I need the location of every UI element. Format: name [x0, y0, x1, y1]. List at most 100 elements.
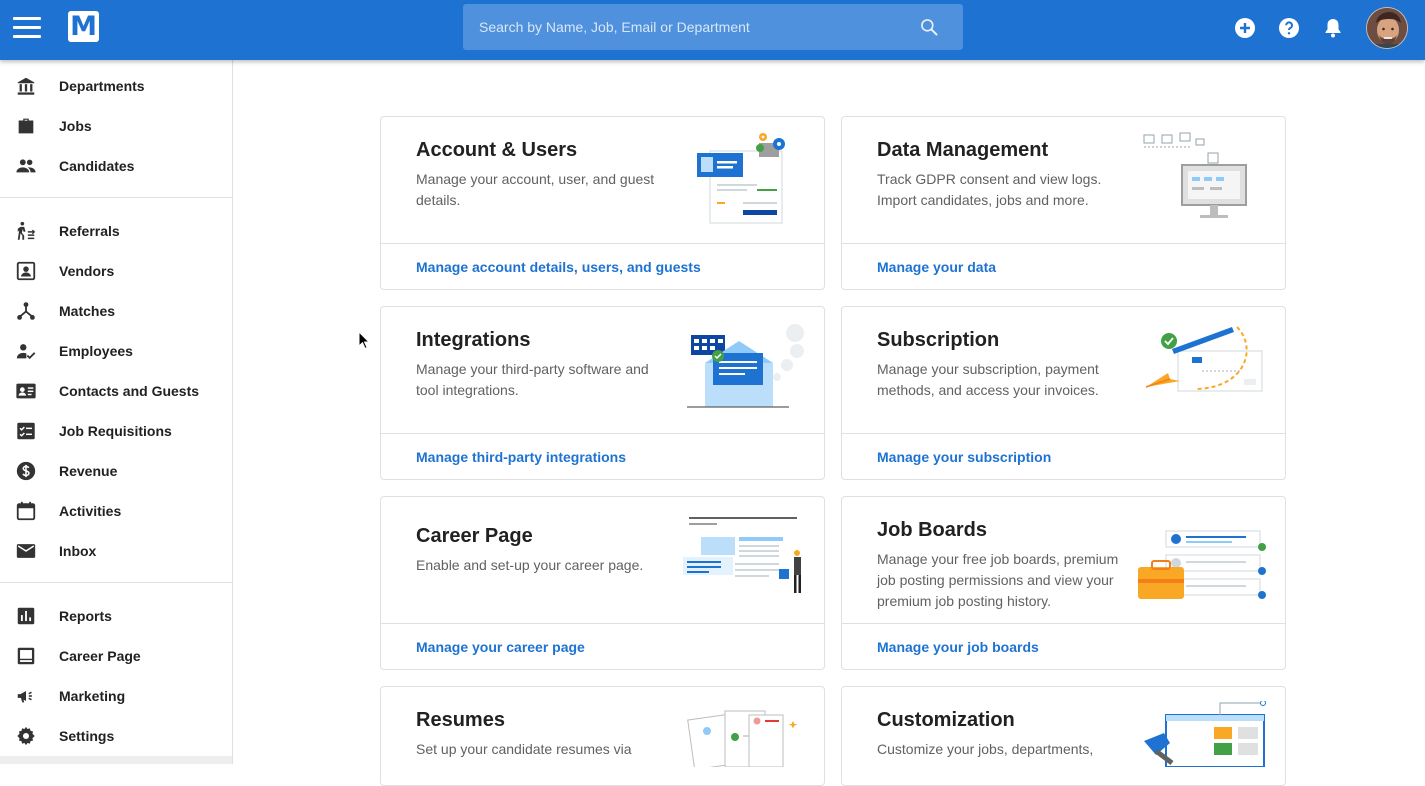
card-description: Customize your jobs, departments, [877, 741, 1094, 757]
integrations-illustration [687, 324, 804, 408]
app-logo[interactable]: M [68, 11, 99, 42]
sidebar-item-label: Vendors [59, 263, 115, 279]
card-separator [842, 433, 1285, 434]
sidebar-divider [0, 197, 232, 198]
card-title: Customization [877, 709, 1015, 731]
sidebar-item-revenue[interactable]: Revenue [0, 451, 232, 491]
card-career-page: Career Page Enable and set-up your caree… [380, 496, 825, 670]
sidebar-item-vendors[interactable]: Vendors [0, 251, 232, 291]
sidebar-bottom-strip [0, 756, 232, 764]
sidebar-item-label: Candidates [59, 158, 135, 174]
sidebar-item-matches[interactable]: Matches [0, 291, 232, 331]
manage-subscription-link[interactable]: Manage your subscription [877, 449, 1051, 465]
vendor-icon [16, 261, 36, 281]
notifications-bell-icon[interactable] [1321, 16, 1345, 40]
web-page-icon [17, 647, 35, 665]
card-title: Job Boards [877, 519, 988, 541]
card-title: Career Page [416, 525, 533, 547]
sidebar-item-departments[interactable]: Departments [0, 66, 232, 106]
card-separator [381, 623, 824, 624]
megaphone-icon [17, 690, 32, 703]
resumes-illustration [687, 710, 798, 767]
card-separator [381, 243, 824, 244]
sidebar-item-label: Jobs [59, 118, 92, 134]
card-description: Manage your account, user, and guest det… [416, 171, 655, 208]
people-icon [16, 159, 36, 173]
sidebar-item-jobs[interactable]: Jobs [0, 106, 232, 146]
card-description: Set up your candidate resumes via [416, 741, 632, 757]
card-title: Data Management [877, 139, 1049, 161]
sidebar-item-label: Matches [59, 303, 116, 319]
sidebar-item-label: Employees [59, 343, 133, 359]
user-avatar[interactable] [1366, 7, 1408, 49]
sidebar-item-label: Job Requisitions [59, 423, 172, 439]
briefcase-icon [18, 118, 34, 134]
sidebar-item-employees[interactable]: Employees [0, 331, 232, 371]
contact-card-icon [16, 383, 36, 399]
sidebar-item-label: Revenue [59, 463, 118, 479]
sidebar-item-inbox[interactable]: Inbox [0, 531, 232, 571]
sidebar-item-label: Inbox [59, 543, 97, 559]
sidebar-item-label: Activities [59, 503, 122, 519]
employee-icon [16, 344, 36, 360]
manage-job-boards-link[interactable]: Manage your job boards [877, 639, 1039, 655]
card-title: Resumes [416, 709, 505, 731]
sidebar-item-label: Marketing [59, 688, 126, 704]
sidebar-item-label: Settings [59, 728, 115, 744]
sidebar-item-referrals[interactable]: Referrals [0, 211, 232, 251]
card-subscription: Subscription Manage your subscription, p… [841, 306, 1286, 480]
data-management-illustration [1143, 132, 1247, 218]
sidebar-item-label: Contacts and Guests [59, 383, 200, 399]
card-separator [381, 433, 824, 434]
sidebar-item-job-requisitions[interactable]: Job Requisitions [0, 411, 232, 451]
card-job-boards: Job Boards Manage your free job boards, … [841, 496, 1286, 670]
sidebar-item-label: Departments [59, 78, 145, 94]
mouse-cursor-icon [358, 331, 370, 350]
card-customization: Customization Customize your jobs, depar… [841, 686, 1286, 786]
sidebar-item-career-page[interactable]: Career Page [0, 636, 232, 676]
manage-account-link[interactable]: Manage account details, users, and guest… [416, 259, 701, 275]
search-icon[interactable] [919, 17, 939, 37]
card-integrations: Integrations Manage your third-party sof… [380, 306, 825, 480]
sidebar-item-label: Reports [59, 608, 112, 624]
customization-illustration [1144, 701, 1266, 767]
mail-icon [16, 544, 36, 558]
sidebar-item-settings[interactable]: Settings [0, 716, 232, 756]
card-separator [842, 623, 1285, 624]
card-title: Integrations [416, 329, 531, 351]
card-description: Manage your subscription, payment method… [877, 361, 1099, 398]
add-icon[interactable] [1233, 16, 1257, 40]
manage-career-page-link[interactable]: Manage your career page [416, 639, 585, 655]
sidebar-item-activities[interactable]: Activities [0, 491, 232, 531]
manage-integrations-link[interactable]: Manage third-party integrations [416, 449, 626, 465]
card-separator [842, 243, 1285, 244]
card-data-management: Data Management Track GDPR consent and v… [841, 116, 1286, 290]
manage-data-link[interactable]: Manage your data [877, 259, 996, 275]
top-app-bar: M [0, 0, 1425, 60]
sidebar-item-marketing[interactable]: Marketing [0, 676, 232, 716]
checklist-icon [17, 422, 35, 440]
search-input[interactable] [463, 4, 903, 50]
menu-icon[interactable] [13, 17, 41, 39]
card-title: Subscription [877, 329, 1000, 351]
matches-icon [17, 302, 35, 320]
bar-chart-icon [17, 607, 35, 625]
card-account-users: Account & Users Manage your account, use… [380, 116, 825, 290]
card-description: Manage your third-party software and too… [416, 361, 649, 398]
gear-icon [17, 726, 35, 746]
sidebar-item-reports[interactable]: Reports [0, 596, 232, 636]
sidebar-item-contacts-and-guests[interactable]: Contacts and Guests [0, 371, 232, 411]
card-title: Account & Users [416, 139, 578, 161]
sidebar-item-label: Career Page [59, 648, 141, 664]
account-users-illustration [697, 133, 785, 224]
card-description: Track GDPR consent and view logs. Import… [877, 171, 1102, 208]
sidebar-item-candidates[interactable]: Candidates [0, 146, 232, 186]
help-icon[interactable] [1277, 16, 1301, 40]
departments-icon [17, 77, 35, 95]
dollar-icon [16, 461, 36, 481]
sidebar-divider [0, 582, 232, 583]
card-description: Manage your free job boards, premium job… [877, 551, 1119, 609]
card-resumes: Resumes Set up your candidate resumes vi… [380, 686, 825, 786]
sidebar-nav: Departments Jobs Candidates Referrals Ve… [0, 60, 233, 764]
card-description: Enable and set-up your career page. [416, 557, 644, 573]
